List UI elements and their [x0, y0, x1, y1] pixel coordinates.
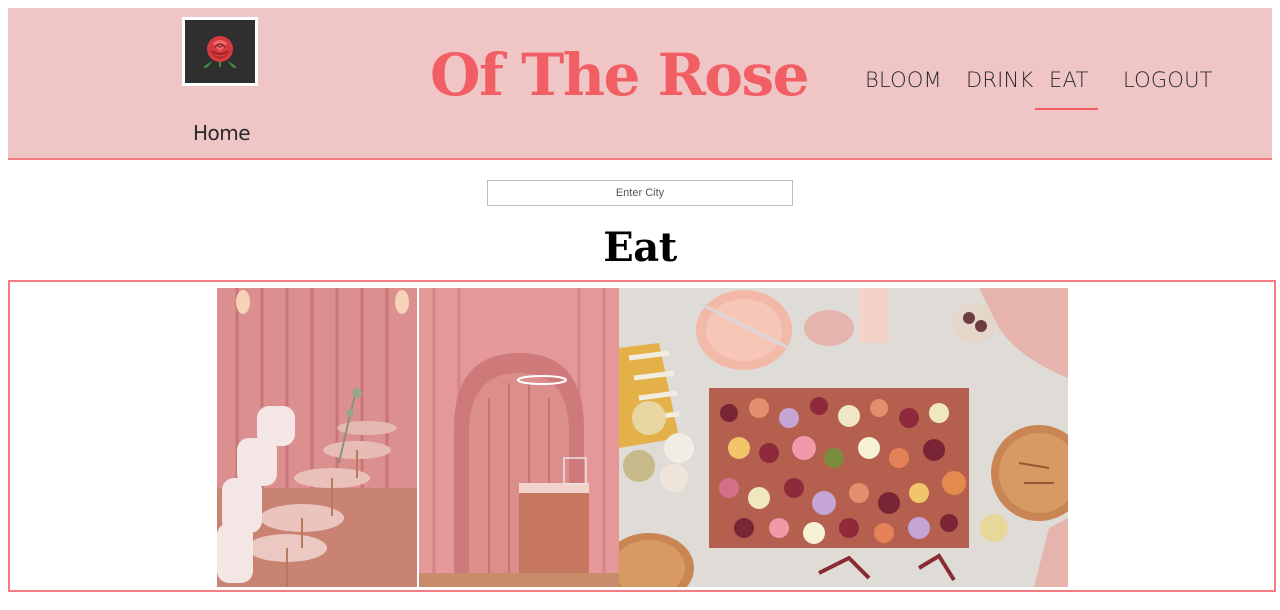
nav-drink[interactable]: DRINK: [966, 68, 1033, 98]
site-title: Of The Rose: [430, 41, 810, 109]
pink-arch-photo: [419, 288, 619, 587]
city-search-input[interactable]: [487, 180, 793, 206]
logo[interactable]: [182, 17, 258, 86]
active-nav-indicator: [1035, 108, 1098, 110]
home-link[interactable]: Home: [193, 121, 251, 145]
site-header: Home Of The Rose BLOOM DRINK EAT LOGOUT: [8, 8, 1272, 160]
rose-icon: [203, 35, 237, 68]
cafe-interior-photo: [217, 288, 417, 587]
page-heading: Eat: [603, 224, 677, 271]
nav-bloom[interactable]: BLOOM: [865, 68, 942, 98]
eat-gallery: [8, 280, 1276, 592]
nav-eat[interactable]: EAT: [1049, 68, 1088, 98]
nav-logout[interactable]: LOGOUT: [1123, 68, 1213, 98]
grazing-table-photo: [619, 288, 1068, 587]
